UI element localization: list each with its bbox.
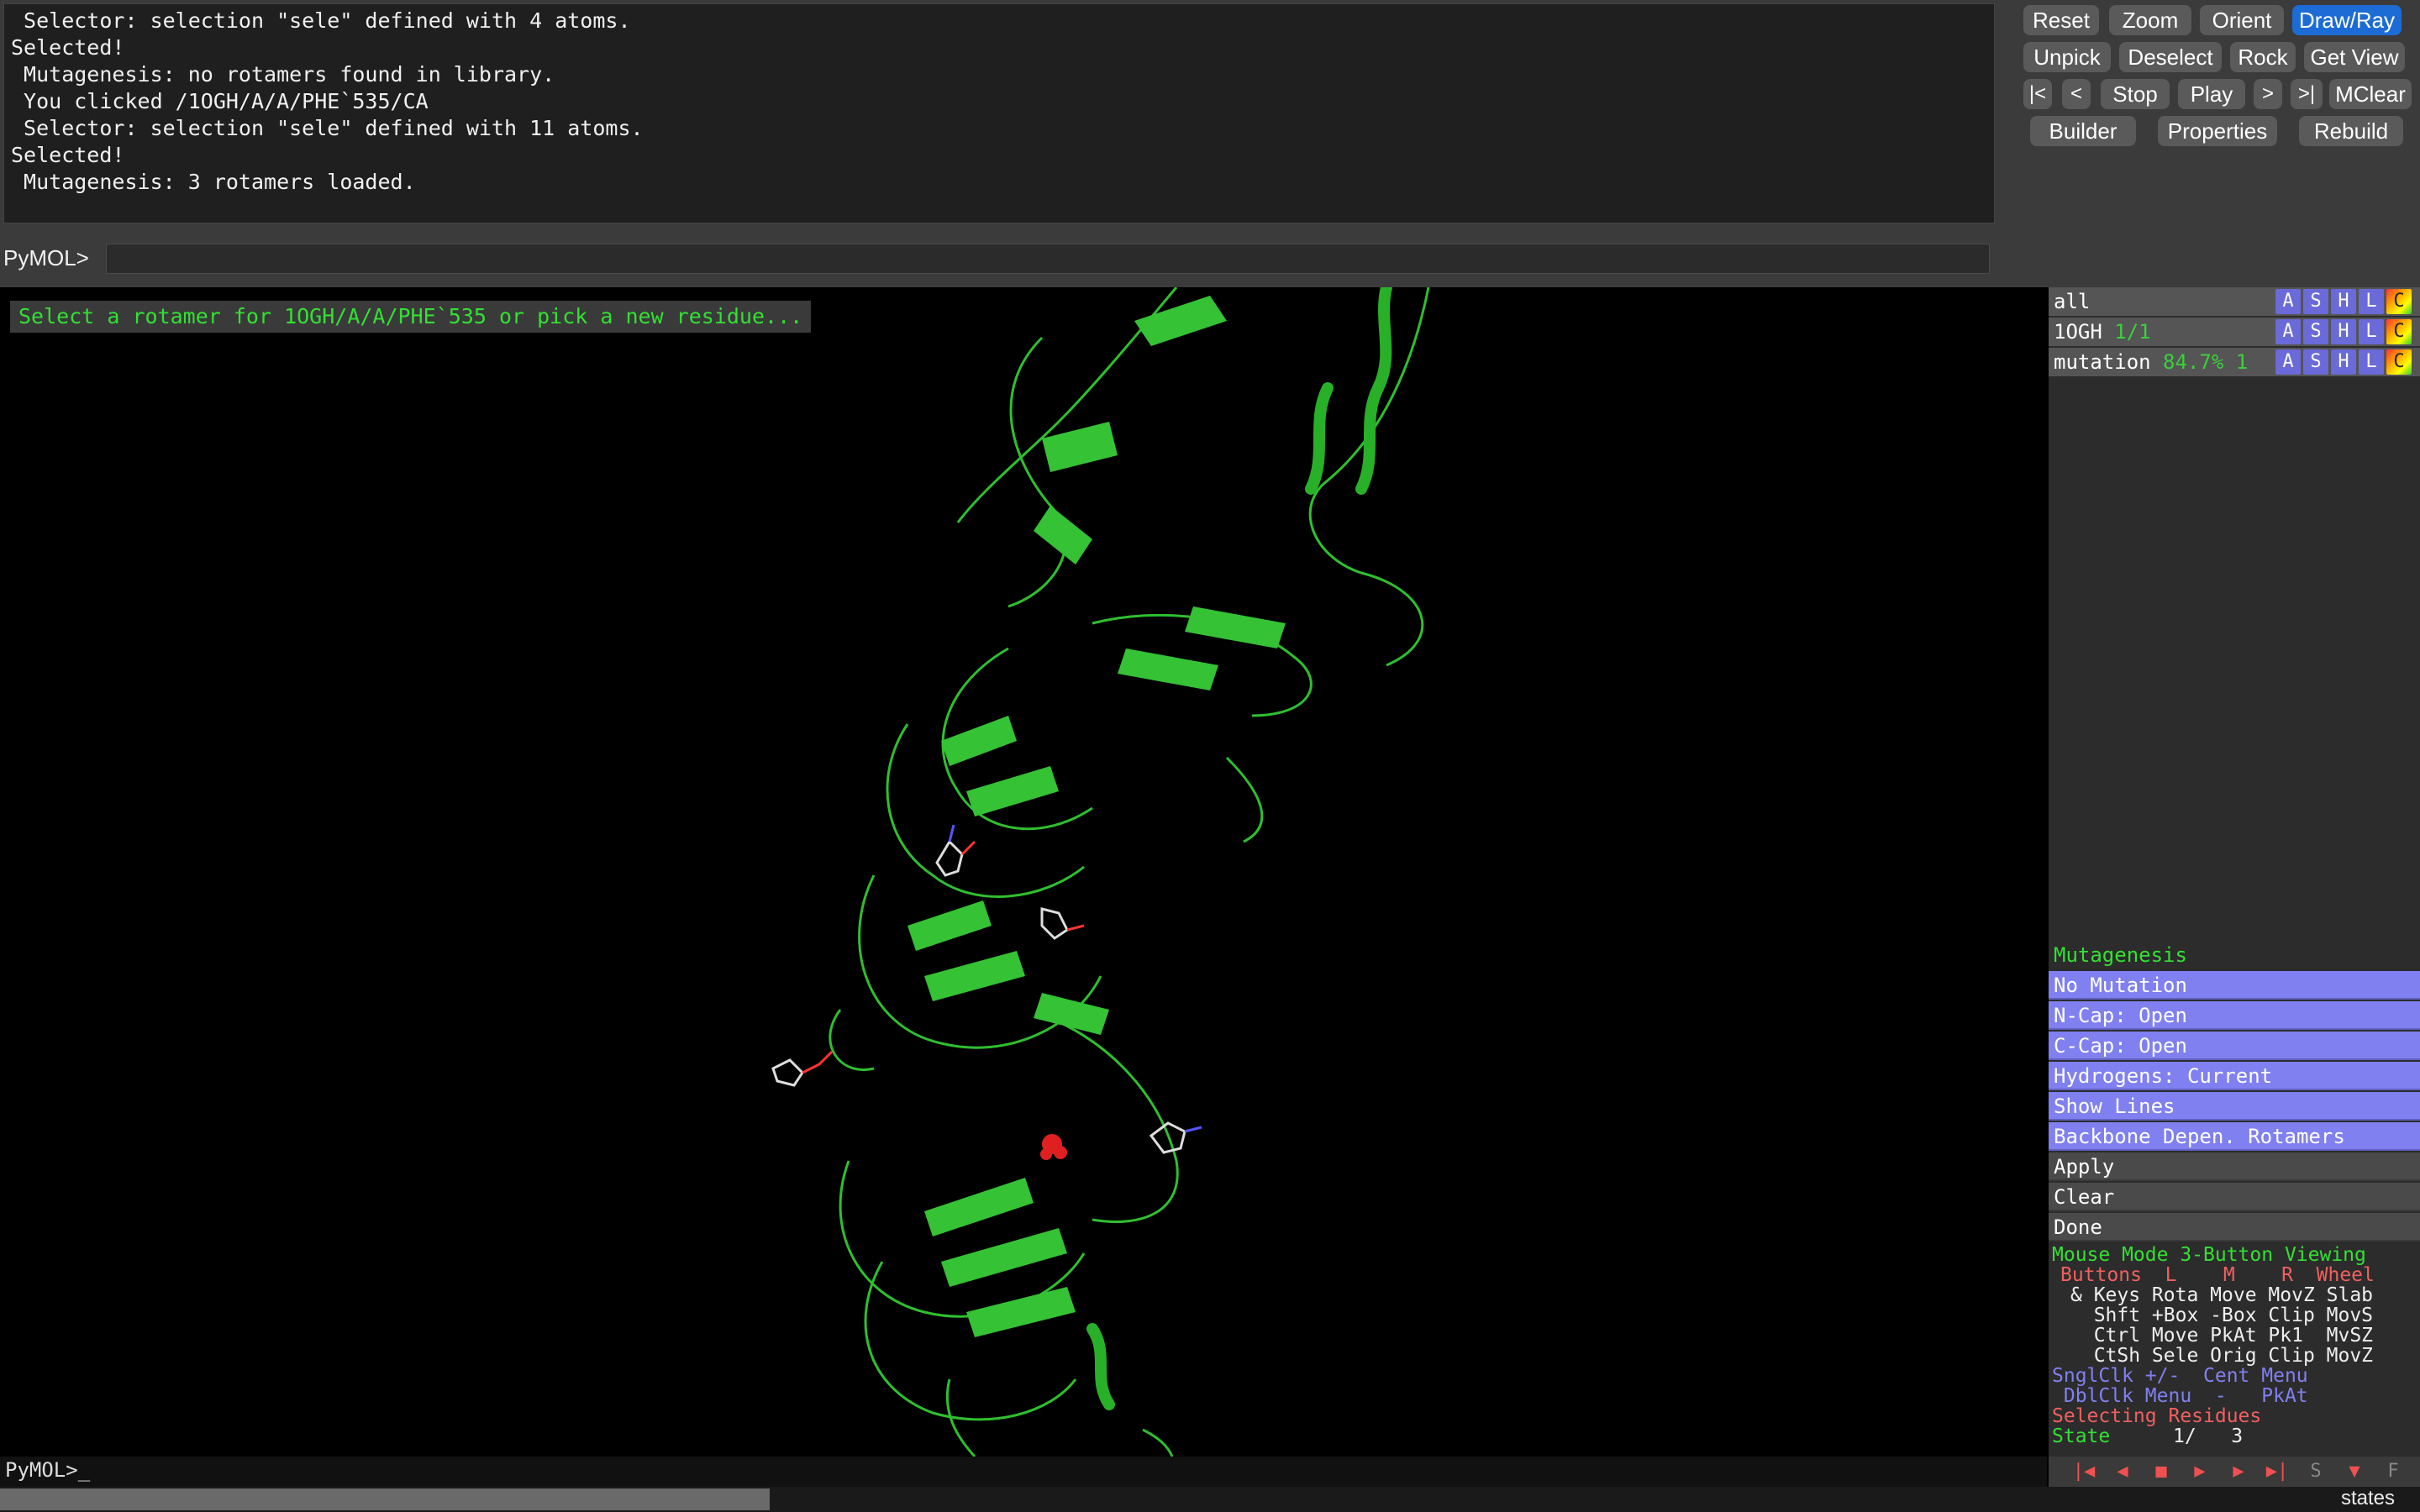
next-frame-button[interactable]: > bbox=[2254, 79, 2282, 109]
mouse-shift-row: Shft +Box -Box Clip MovS bbox=[2070, 1305, 2374, 1326]
rewind-icon[interactable]: |◀ bbox=[2067, 1460, 2101, 1483]
c-cap-option[interactable]: C-Cap: Open bbox=[2049, 1032, 2420, 1060]
double-click-row: DblClk Menu - PkAt bbox=[2052, 1385, 2308, 1407]
mutagenesis-header: Mutagenesis bbox=[2049, 941, 2420, 969]
fullscreen-icon[interactable]: F bbox=[2376, 1460, 2410, 1483]
ligand-sticks bbox=[771, 824, 1202, 1154]
object-row-mutation[interactable]: mutation 84.7% 1 A S H L C bbox=[2049, 348, 2420, 376]
state-value: 1/ 3 bbox=[2173, 1425, 2244, 1447]
show-button[interactable]: S bbox=[2303, 319, 2328, 344]
hide-button[interactable]: H bbox=[2331, 319, 2356, 344]
n-cap-option[interactable]: N-Cap: Open bbox=[2049, 1001, 2420, 1030]
no-mutation-option[interactable]: No Mutation bbox=[2049, 971, 2420, 1000]
action-button[interactable]: A bbox=[2275, 349, 2301, 375]
stop-button[interactable]: Stop bbox=[2101, 79, 2170, 109]
draw-ray-button[interactable]: Draw/Ray bbox=[2292, 5, 2402, 35]
command-input[interactable] bbox=[106, 244, 1990, 274]
mouse-ctrl-row: Ctrl Move PkAt Pk1 MvSZ bbox=[2070, 1325, 2374, 1347]
bottom-prompt: PyMOL>_ bbox=[5, 1458, 91, 1482]
object-name: all bbox=[2054, 290, 2091, 313]
bottom-status-bar: states bbox=[0, 1487, 2420, 1512]
protein-backbone bbox=[829, 287, 1430, 1457]
label-button[interactable]: L bbox=[2359, 349, 2384, 375]
color-button[interactable]: C bbox=[2386, 349, 2412, 375]
step-forward-icon[interactable]: ▶ bbox=[2222, 1460, 2255, 1483]
mouse-buttons-row: Buttons L M R Wheel bbox=[2060, 1264, 2375, 1286]
deselect-button[interactable]: Deselect bbox=[2119, 42, 2222, 72]
previous-frame-button[interactable]: < bbox=[2062, 79, 2091, 109]
backbone-rotamers-option[interactable]: Backbone Depen. Rotamers bbox=[2049, 1122, 2420, 1151]
mouse-mode-title: Mouse Mode 3-Button Viewing bbox=[2052, 1244, 2366, 1266]
state-label: State bbox=[2052, 1425, 2111, 1447]
states-label: states bbox=[2340, 1487, 2395, 1509]
show-button[interactable]: S bbox=[2303, 289, 2328, 314]
mouse-ctrl-shift-row: CtSh Sele Orig Clip MovZ bbox=[2070, 1345, 2374, 1367]
log-line: Selected! bbox=[11, 35, 125, 60]
play-button[interactable]: Play bbox=[2178, 79, 2245, 109]
object-row-1ogh[interactable]: 1OGH 1/1 A S H L C bbox=[2049, 318, 2420, 346]
label-button[interactable]: L bbox=[2359, 289, 2384, 314]
object-name: 1OGH 1/1 bbox=[2054, 320, 2151, 344]
apply-button[interactable]: Apply bbox=[2049, 1152, 2420, 1181]
hide-button[interactable]: H bbox=[2331, 289, 2356, 314]
protein-cartoon-render bbox=[771, 287, 1430, 1457]
command-prompt-label: PyMOL> bbox=[3, 245, 89, 270]
log-line: Mutagenesis: 3 rotamers loaded. bbox=[11, 170, 416, 194]
single-click-row: SnglClk +/- Cent Menu bbox=[2052, 1365, 2308, 1387]
hide-button[interactable]: H bbox=[2331, 349, 2356, 375]
log-line: Mutagenesis: no rotamers found in librar… bbox=[11, 62, 555, 87]
bottom-command-line[interactable]: PyMOL>_ bbox=[0, 1457, 2047, 1487]
stop-icon[interactable]: ■ bbox=[2144, 1460, 2178, 1483]
beta-sheets bbox=[908, 296, 1286, 1337]
scene-icon[interactable]: S bbox=[2299, 1460, 2333, 1483]
builder-button[interactable]: Builder bbox=[2030, 116, 2136, 146]
log-line: Selected! bbox=[11, 143, 125, 167]
object-name: mutation 84.7% 1 bbox=[2054, 350, 2249, 374]
first-frame-button[interactable]: |< bbox=[2023, 79, 2052, 109]
action-button[interactable]: A bbox=[2275, 319, 2301, 344]
color-button[interactable]: C bbox=[2386, 289, 2412, 314]
show-button[interactable]: S bbox=[2303, 349, 2328, 375]
object-row-all[interactable]: all A S H L C bbox=[2049, 287, 2420, 316]
mouse-keys-row: & Keys Rota Move MovZ Slab bbox=[2070, 1284, 2374, 1306]
get-view-button[interactable]: Get View bbox=[2304, 42, 2405, 72]
properties-button[interactable]: Properties bbox=[2158, 116, 2277, 146]
color-button[interactable]: C bbox=[2386, 319, 2412, 344]
helices bbox=[1086, 287, 1392, 1410]
output-log: Selector: selection "sele" defined with … bbox=[3, 3, 1995, 223]
orient-button[interactable]: Orient bbox=[2200, 5, 2284, 35]
hydrogens-option[interactable]: Hydrogens: Current bbox=[2049, 1062, 2420, 1090]
play-icon[interactable]: ▶ bbox=[2183, 1460, 2217, 1483]
rebuild-button[interactable]: Rebuild bbox=[2299, 116, 2403, 146]
log-line: Selector: selection "sele" defined with … bbox=[11, 8, 631, 33]
viewer-status-message: Select a rotamer for 1OGH/A/A/PHE`535 or… bbox=[10, 301, 812, 333]
reset-button[interactable]: Reset bbox=[2023, 5, 2099, 35]
dropdown-icon[interactable]: ▼ bbox=[2338, 1460, 2371, 1483]
unpick-button[interactable]: Unpick bbox=[2023, 42, 2111, 72]
fast-forward-icon[interactable]: ▶| bbox=[2260, 1460, 2294, 1483]
rock-button[interactable]: Rock bbox=[2230, 42, 2296, 72]
top-console-area: Selector: selection "sele" defined with … bbox=[0, 0, 2420, 287]
object-panel: all A S H L C 1OGH 1/1 A S H L C mutatio… bbox=[2049, 287, 2420, 1457]
mutation-residue-marker bbox=[1040, 1134, 1067, 1160]
log-line: Selector: selection "sele" defined with … bbox=[11, 116, 644, 140]
log-line: You clicked /1OGH/A/A/PHE`535/CA bbox=[11, 89, 429, 113]
zoom-button[interactable]: Zoom bbox=[2109, 5, 2191, 35]
step-back-icon[interactable]: ◀ bbox=[2106, 1460, 2139, 1483]
show-lines-option[interactable]: Show Lines bbox=[2049, 1092, 2420, 1121]
done-button[interactable]: Done bbox=[2049, 1213, 2420, 1242]
movie-controls: |◀ ◀ ■ ▶ ▶ ▶| S ▼ F bbox=[2049, 1457, 2420, 1487]
mclear-button[interactable]: MClear bbox=[2329, 79, 2412, 109]
molecular-viewer[interactable]: Select a rotamer for 1OGH/A/A/PHE`535 or… bbox=[0, 287, 2047, 1457]
label-button[interactable]: L bbox=[2359, 319, 2384, 344]
horizontal-scrollbar[interactable] bbox=[0, 1488, 770, 1510]
action-button[interactable]: A bbox=[2275, 289, 2301, 314]
clear-button[interactable]: Clear bbox=[2049, 1183, 2420, 1211]
selecting-mode: Selecting Residues bbox=[2052, 1405, 2262, 1427]
last-frame-button[interactable]: >| bbox=[2291, 79, 2323, 109]
